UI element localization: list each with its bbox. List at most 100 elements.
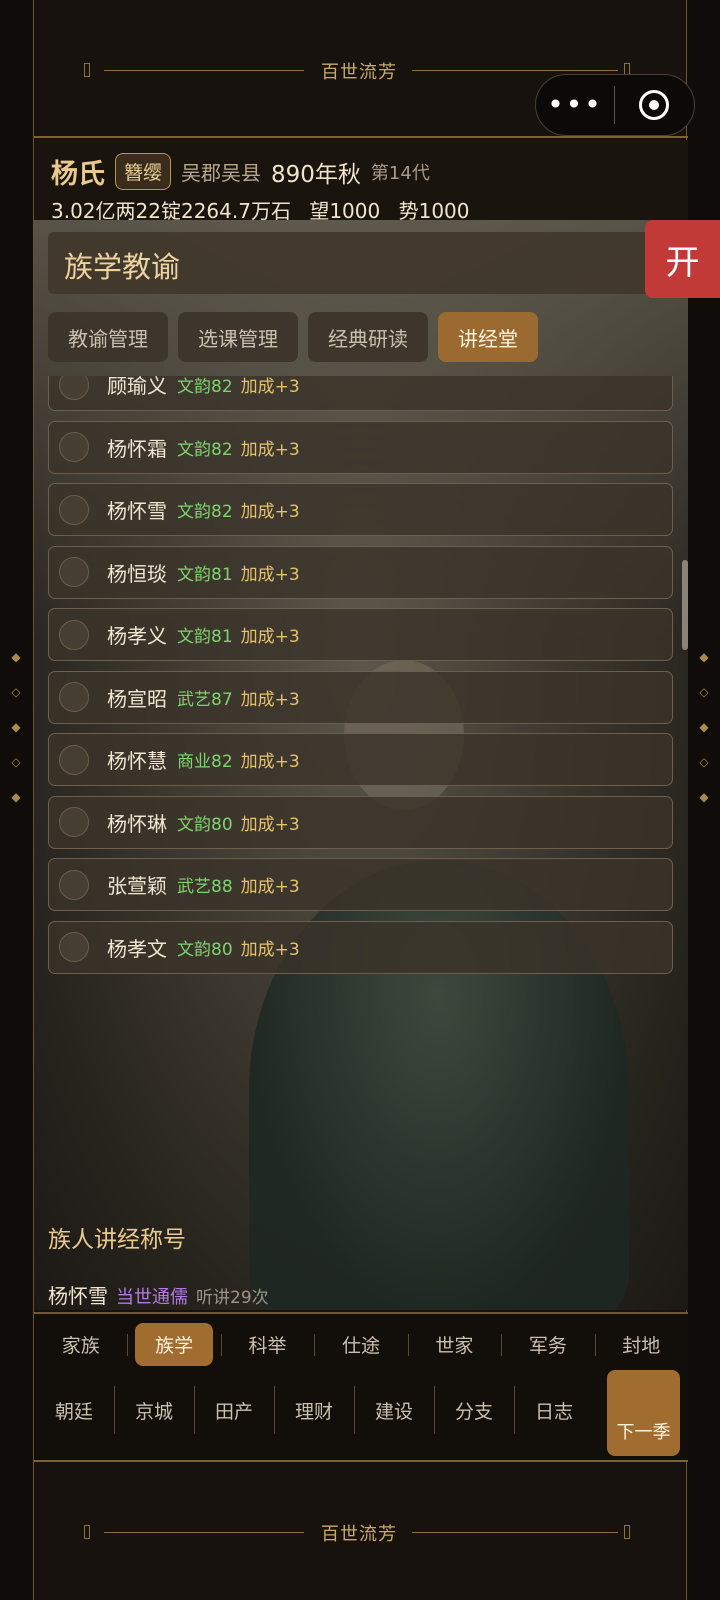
member-row[interactable]: 张萱颖 武艺88 加成+3 — [48, 858, 673, 911]
nav-tab[interactable]: 科举 — [220, 1320, 314, 1368]
nav-tab-label: 军务 — [528, 1334, 567, 1357]
member-row[interactable]: 杨怀慧 商业82 加成+3 — [48, 733, 673, 786]
banner-title-bottom: 百世流芳 — [321, 1524, 397, 1545]
nav-secondary-label: 京城 — [134, 1400, 173, 1423]
member-list[interactable]: 顾瑜义 文韵82 加成+3 杨怀霜 文韵82 加成+3 杨怀雪 文韵82 加成+3 杨恒琰 文韵81… — [48, 376, 673, 1232]
member-row[interactable]: 杨孝义 文韵81 加成+3 — [48, 608, 673, 661]
member-bonus: 加成+3 — [240, 627, 300, 647]
nav-tab[interactable]: 家族 — [34, 1320, 127, 1368]
family-place: 吴郡吴县 — [181, 161, 262, 185]
member-row[interactable]: 杨怀琳 文韵80 加成+3 — [48, 795, 673, 849]
member-select-radio[interactable] — [59, 744, 89, 775]
member-name: 杨孝义 — [107, 624, 167, 648]
nav-tab[interactable]: 仕途 — [314, 1320, 407, 1368]
next-season-button[interactable]: 下一季 — [607, 1370, 680, 1456]
title-lecture-count: 听讲29次 — [196, 1288, 269, 1308]
member-name: 杨怀慧 — [107, 749, 167, 773]
titles-heading: 族人讲经称号 — [48, 1227, 186, 1253]
nav-secondary-item[interactable]: 建设 — [354, 1380, 434, 1440]
left-diamond-ornament: ◆ ◇ ◆ ◇ ◆ — [11, 650, 21, 804]
family-rank-badge: 簪缨 — [115, 153, 172, 190]
target-icon[interactable] — [615, 90, 693, 120]
member-name: 杨恒琰 — [107, 561, 167, 586]
mini-program-capsule: ••• — [535, 74, 695, 136]
member-name: 杨怀雪 — [107, 499, 167, 523]
banner-line — [412, 70, 618, 71]
member-bonus: 加成+3 — [240, 689, 300, 710]
open-button[interactable]: 开 — [645, 220, 720, 298]
member-bonus: 加成+3 — [240, 377, 300, 397]
member-select-radio[interactable] — [59, 932, 89, 962]
member-select-radio[interactable] — [59, 494, 89, 525]
member-name: 杨宣昭 — [107, 686, 167, 711]
tab-classics-study[interactable]: 经典研读 — [308, 312, 428, 362]
more-dots-icon[interactable]: ••• — [536, 91, 614, 119]
nav-secondary-item[interactable]: 京城 — [114, 1380, 194, 1440]
banner-line — [104, 1532, 304, 1533]
nav-secondary-item[interactable]: 日志 — [514, 1380, 594, 1440]
nav-secondary-label: 理财 — [294, 1400, 333, 1423]
member-bonus: 加成+3 — [240, 939, 300, 960]
banner-cap — [84, 1525, 90, 1539]
member-name: 顾瑜义 — [107, 376, 167, 398]
nav-secondary-label: 日志 — [534, 1400, 573, 1423]
member-select-radio[interactable] — [59, 869, 89, 900]
member-name: 杨怀霜 — [107, 436, 167, 461]
banner-cap — [624, 1525, 630, 1539]
nav-tab-label: 世家 — [435, 1334, 474, 1357]
nav-tab[interactable]: 封地 — [594, 1320, 688, 1368]
nav-tab[interactable]: 族学 — [127, 1320, 220, 1368]
titles-list-clip: 杨怀雪当世通儒听讲29次杨怀恒当世通儒听讲24次顾瑜义当世通儒听讲45次杨恒德当… — [34, 1250, 688, 1310]
banner-title: 百世流芳 — [321, 62, 397, 83]
member-select-radio[interactable] — [59, 682, 89, 712]
tab-teaching-management[interactable]: 教谕管理 — [48, 312, 168, 362]
nav-secondary-label: 建设 — [374, 1400, 413, 1423]
nav-secondary-item[interactable]: 理财 — [274, 1380, 354, 1440]
nav-secondary-label: 朝廷 — [54, 1400, 93, 1423]
title-member-name: 杨怀雪 — [48, 1284, 108, 1308]
member-row[interactable]: 杨怀霜 文韵82 加成+3 — [48, 420, 673, 474]
member-attribute: 文韵82 — [177, 502, 233, 522]
nav-tab-label: 封地 — [622, 1334, 661, 1357]
panel-tabs: 教谕管理 选课管理 经典研读 讲经堂 — [48, 312, 688, 362]
member-attribute: 文韵82 — [177, 439, 233, 460]
member-attribute: 武艺88 — [177, 877, 233, 897]
member-row[interactable]: 杨怀雪 文韵82 加成+3 — [48, 483, 673, 536]
family-surname: 杨氏 — [51, 159, 105, 190]
nav-secondary-item[interactable]: 田产 — [194, 1380, 274, 1440]
tab-course-selection[interactable]: 选课管理 — [178, 312, 298, 362]
member-name: 杨怀琳 — [107, 811, 167, 836]
current-season: 890年秋 — [271, 161, 361, 188]
member-row[interactable]: 顾瑜义 文韵82 加成+3 — [48, 376, 673, 411]
member-attribute: 文韵81 — [177, 564, 233, 585]
app-frame: 百世流芳 杨氏 簪缨 吴郡吴县 890年秋 第14代 3.02亿两22锭2264… — [33, 0, 688, 1600]
title-honor: 当世通儒 — [116, 1287, 188, 1308]
member-row[interactable]: 杨恒琰 文韵81 加成+3 — [48, 545, 673, 599]
nav-secondary-item[interactable]: 朝廷 — [34, 1380, 114, 1440]
member-select-radio[interactable] — [59, 557, 89, 587]
member-bonus: 加成+3 — [240, 752, 300, 772]
member-select-radio[interactable] — [59, 807, 89, 837]
member-name: 张萱颖 — [107, 874, 167, 898]
bottom-banner: 百世流芳 — [34, 1460, 688, 1600]
nav-tab[interactable]: 世家 — [407, 1320, 501, 1368]
nav-secondary-item[interactable]: 分支 — [434, 1380, 514, 1440]
member-list-scrollbar[interactable] — [682, 560, 688, 650]
member-row[interactable]: 杨孝文 文韵80 加成+3 — [48, 920, 673, 974]
banner-line — [104, 70, 304, 71]
nav-secondary-label: 田产 — [214, 1400, 253, 1423]
tab-lecture-hall[interactable]: 讲经堂 — [438, 312, 538, 362]
member-select-radio[interactable] — [59, 619, 89, 650]
member-attribute: 文韵82 — [177, 377, 233, 397]
member-attribute: 文韵80 — [177, 814, 233, 835]
generation: 第14代 — [370, 162, 430, 184]
banner-line — [412, 1532, 618, 1533]
member-select-radio[interactable] — [59, 432, 89, 462]
nav-tab-label: 家族 — [61, 1334, 100, 1357]
member-select-radio[interactable] — [59, 376, 89, 400]
nav-tab[interactable]: 军务 — [501, 1320, 594, 1368]
nav-tab-label: 仕途 — [341, 1334, 380, 1357]
member-row[interactable]: 杨宣昭 武艺87 加成+3 — [48, 670, 673, 724]
member-attribute: 文韵81 — [177, 627, 233, 647]
member-bonus: 加成+3 — [240, 564, 300, 585]
